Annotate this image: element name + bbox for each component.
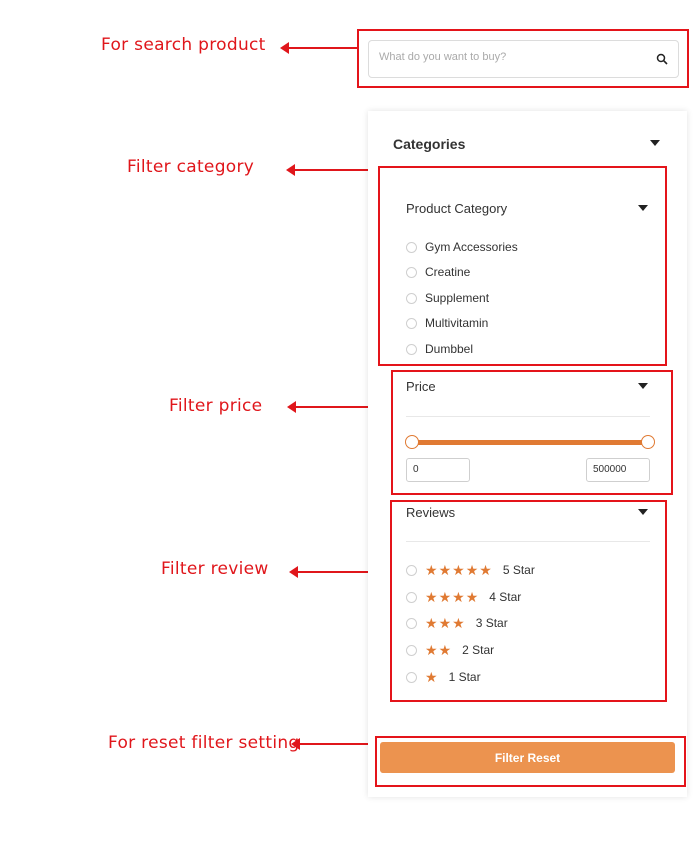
arrow-category xyxy=(286,164,379,176)
arrow-reset xyxy=(291,738,377,750)
annotation-category: Filter category xyxy=(127,157,255,177)
highlight-box-review xyxy=(390,500,667,702)
annotation-price: Filter price xyxy=(169,396,263,416)
highlight-box-reset xyxy=(375,736,686,787)
highlight-box-price xyxy=(391,370,673,495)
highlight-box-category xyxy=(378,166,667,366)
annotation-review: Filter review xyxy=(161,559,269,579)
arrow-search xyxy=(280,42,358,54)
annotation-reset: For reset filter setting xyxy=(108,733,300,753)
highlight-box-search xyxy=(357,29,689,88)
categories-chevron-down-icon[interactable] xyxy=(650,140,660,146)
categories-title: Categories xyxy=(393,136,466,152)
annotation-search: For search product xyxy=(101,35,266,55)
